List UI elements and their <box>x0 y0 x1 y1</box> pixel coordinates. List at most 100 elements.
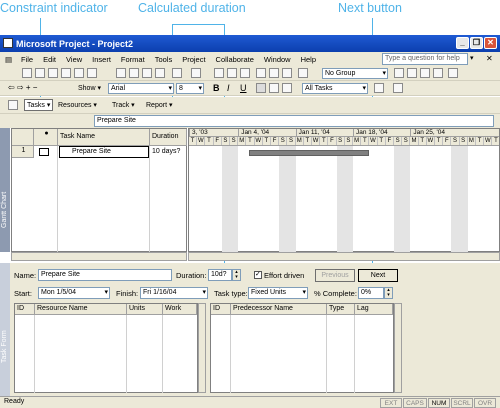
help-icon[interactable] <box>448 68 458 78</box>
predecessor-name-header: Predecessor Name <box>231 304 327 315</box>
unlink-tasks-icon[interactable] <box>227 68 237 78</box>
doc-close-icon[interactable]: ✕ <box>486 54 493 63</box>
copy-icon[interactable] <box>129 68 139 78</box>
track-button[interactable]: Track ▾ <box>112 101 135 109</box>
notes-icon[interactable] <box>269 68 279 78</box>
task-info-icon[interactable] <box>256 68 266 78</box>
start-field[interactable]: Mon 1/5/04 <box>38 287 110 299</box>
hyperlink-icon[interactable] <box>191 68 201 78</box>
link-tasks-icon[interactable] <box>214 68 224 78</box>
copy-picture-icon[interactable] <box>433 68 443 78</box>
group-select[interactable]: No Group <box>322 68 388 79</box>
tasks-button[interactable]: Tasks ▾ <box>24 99 54 111</box>
gantt-scrollbar[interactable] <box>188 252 500 261</box>
autofilter-icon[interactable] <box>374 83 384 93</box>
menu-file[interactable]: File <box>16 55 38 64</box>
timescale-day-label: M <box>238 137 247 145</box>
nonworking-day-shade <box>287 146 296 252</box>
percent-complete-field[interactable]: 0% <box>358 287 384 299</box>
menu-insert[interactable]: Insert <box>87 55 116 64</box>
underline-button[interactable]: U <box>240 83 247 93</box>
help-search-input[interactable]: Type a question for help <box>382 53 468 65</box>
font-select[interactable]: Arial <box>108 83 174 94</box>
nonworking-day-shade <box>402 146 411 252</box>
nonworking-day-shade <box>451 146 460 252</box>
format-painter-icon[interactable] <box>155 68 165 78</box>
spelling-icon[interactable] <box>87 68 97 78</box>
task-name-cell[interactable]: Prepare Site <box>59 146 149 158</box>
save-icon[interactable] <box>48 68 58 78</box>
percent-complete-spinner[interactable]: ▴ ▾ <box>384 287 393 299</box>
timescale-day-label: S <box>345 137 353 145</box>
close-button[interactable]: ✕ <box>484 37 497 49</box>
timescale-week-label: Jan 25, '04 <box>410 129 445 136</box>
previous-button[interactable]: Previous <box>315 269 355 282</box>
paste-icon[interactable] <box>142 68 152 78</box>
effort-driven-checkbox[interactable]: ✓ <box>254 271 262 279</box>
predecessor-grid: ID Predecessor Name Type Lag <box>210 303 394 393</box>
help-dropdown-icon[interactable]: ▾ <box>470 54 474 62</box>
preview-icon[interactable] <box>74 68 84 78</box>
zoom-out-icon[interactable] <box>407 68 417 78</box>
assign-resources-icon[interactable] <box>282 68 292 78</box>
resources-button[interactable]: Resources ▾ <box>58 101 97 109</box>
menu-window[interactable]: Window <box>259 55 296 64</box>
gantt-wizard-icon[interactable] <box>393 83 403 93</box>
show-dropdown[interactable]: Show ▾ <box>78 84 101 92</box>
timescale-day-label: T <box>246 137 255 145</box>
indent-arrows-icon[interactable]: ⇦ ⇨ + − <box>8 83 37 92</box>
report-button[interactable]: Report ▾ <box>146 101 172 109</box>
menu-edit[interactable]: Edit <box>38 55 61 64</box>
duration-header[interactable]: Duration <box>150 129 187 146</box>
nonworking-day-shade <box>394 146 403 252</box>
new-icon[interactable] <box>22 68 32 78</box>
menu-tools[interactable]: Tools <box>150 55 178 64</box>
menu-view[interactable]: View <box>61 55 87 64</box>
duration-label: Duration: <box>176 271 207 280</box>
duration-spinner[interactable]: ▴ ▾ <box>232 269 241 281</box>
menu-collaborate[interactable]: Collaborate <box>211 55 259 64</box>
italic-button[interactable]: I <box>227 83 230 93</box>
timescale-day-label: T <box>435 137 444 145</box>
menu-project[interactable]: Project <box>177 55 210 64</box>
duration-cell[interactable]: 10 days? <box>152 148 180 155</box>
maximize-button[interactable]: ❐ <box>470 37 483 49</box>
split-task-icon[interactable] <box>240 68 250 78</box>
task-name-header[interactable]: Task Name <box>58 129 150 146</box>
constraint-indicator-icon[interactable] <box>39 148 49 156</box>
menu-help[interactable]: Help <box>296 55 321 64</box>
task-type-label: Task type: <box>214 289 248 298</box>
menu-format[interactable]: Format <box>116 55 150 64</box>
cut-icon[interactable] <box>116 68 126 78</box>
print-icon[interactable] <box>61 68 71 78</box>
menu-icon[interactable]: ▤ <box>0 55 16 64</box>
timescale-week-label: 3, '03 <box>189 129 208 136</box>
publish-icon[interactable] <box>298 68 308 78</box>
gantt-task-bar[interactable] <box>249 150 369 156</box>
row-id[interactable]: 1 <box>12 146 34 158</box>
predecessor-grid-scrollbar[interactable] <box>394 303 402 393</box>
duration-field[interactable]: 10d? <box>208 269 232 281</box>
entry-bar: Prepare Site <box>0 114 500 128</box>
guide-icon[interactable] <box>8 100 18 110</box>
task-table: ● Task Name Duration 1 Prepare Site 10 d… <box>11 128 187 252</box>
font-size-select[interactable]: 8 <box>176 83 204 94</box>
align-center-icon[interactable] <box>269 83 279 93</box>
task-type-select[interactable]: Fixed Units <box>248 287 308 299</box>
table-scrollbar[interactable] <box>11 252 187 261</box>
align-right-icon[interactable] <box>282 83 292 93</box>
bold-button[interactable]: B <box>213 83 220 93</box>
entry-field[interactable]: Prepare Site <box>94 115 494 127</box>
undo-icon[interactable] <box>172 68 182 78</box>
next-button[interactable]: Next <box>358 269 398 282</box>
name-field[interactable]: Prepare Site <box>38 269 172 281</box>
scroll-to-task-icon[interactable] <box>420 68 430 78</box>
align-left-icon[interactable] <box>256 83 266 93</box>
open-icon[interactable] <box>35 68 45 78</box>
finish-field[interactable]: Fri 1/16/04 <box>140 287 208 299</box>
resource-grid-scrollbar[interactable] <box>198 303 206 393</box>
zoom-in-icon[interactable] <box>394 68 404 78</box>
filter-select[interactable]: All Tasks <box>302 83 368 94</box>
minimize-button[interactable]: _ <box>456 37 469 49</box>
task-form: Name: Prepare Site Duration: 10d? ▴ ▾ ✓ E… <box>10 263 500 396</box>
